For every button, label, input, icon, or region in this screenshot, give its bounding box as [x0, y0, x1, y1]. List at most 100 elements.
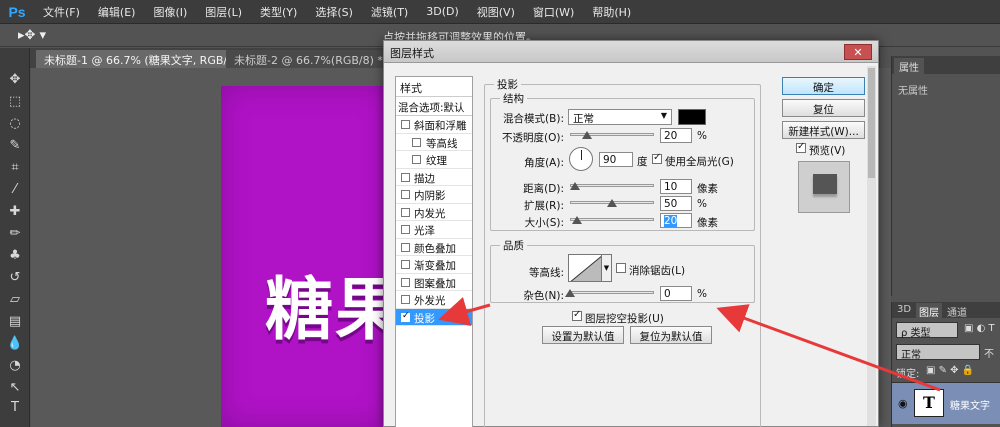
checkbox[interactable] [401, 311, 410, 322]
history-brush-tool-icon[interactable]: ↺ [4, 268, 26, 288]
menu-image[interactable]: 图像(I) [144, 4, 196, 20]
global-light-checkbox[interactable] [652, 152, 662, 164]
layer-filter-select[interactable]: ρ 类型 [896, 322, 958, 339]
tab-layers[interactable]: 图层 [916, 303, 942, 319]
size-slider[interactable] [570, 213, 654, 225]
style-item-gradient-overlay[interactable]: 渐变叠加 [396, 256, 472, 274]
menu-window[interactable]: 窗口(W) [524, 4, 583, 20]
style-item-texture[interactable]: 纹理 [396, 151, 472, 169]
tab-3d[interactable]: 3D [894, 303, 914, 318]
blend-mode-dropdown[interactable]: 正常 ▼ [568, 109, 672, 125]
style-item-pattern-overlay[interactable]: 图案叠加 [396, 274, 472, 291]
lasso-tool-icon[interactable]: ◌ [4, 114, 26, 134]
menu-layer[interactable]: 图层(L) [196, 4, 251, 20]
style-list: 样式 混合选项:默认 斜面和浮雕 等高线 纹理 描边 内阴影 内发光 光泽 颜色… [395, 76, 473, 427]
menu-help[interactable]: 帮助(H) [583, 4, 640, 20]
type-tool-icon[interactable]: T [4, 398, 26, 418]
style-item-bevel[interactable]: 斜面和浮雕 [396, 116, 472, 134]
path-select-tool-icon[interactable]: ↖ [4, 378, 26, 398]
checkbox[interactable] [401, 260, 410, 269]
move-tool-icon[interactable]: ✥ [4, 70, 26, 90]
tab-properties[interactable]: 属性 [894, 58, 924, 74]
eyedropper-tool-icon[interactable]: ⁄ [4, 180, 26, 200]
tab-channels[interactable]: 通道 [944, 303, 970, 319]
checkbox[interactable] [401, 225, 410, 234]
crop-tool-icon[interactable]: ⌗ [4, 158, 26, 178]
style-item-stroke[interactable]: 描边 [396, 169, 472, 186]
contour-curve-icon [570, 255, 601, 281]
reset-button[interactable]: 复位 [782, 99, 865, 117]
style-item-satin[interactable]: 光泽 [396, 221, 472, 239]
checkbox[interactable] [401, 207, 410, 217]
move-tool-icon[interactable]: ▸✥ ▾ [18, 28, 46, 43]
eraser-tool-icon[interactable]: ▱ [4, 290, 26, 310]
angle-field[interactable]: 90 [599, 152, 633, 167]
spread-slider[interactable] [570, 196, 654, 208]
new-style-button[interactable]: 新建样式(W)... [782, 121, 865, 139]
checkbox[interactable] [401, 277, 410, 287]
noise-field[interactable]: 0 [660, 286, 692, 301]
tab-document-2[interactable]: 未标题-2 @ 66.7%(RGB/8) *× [226, 50, 410, 68]
dodge-tool-icon[interactable]: ◔ [4, 356, 26, 376]
marquee-tool-icon[interactable]: ⬚ [4, 92, 26, 112]
lock-icons[interactable]: ▣ ✎ ✥ 🔒 [926, 365, 974, 381]
layer-name[interactable]: 糖果文字 [950, 397, 990, 412]
style-item-outer-glow[interactable]: 外发光 [396, 291, 472, 309]
menu-filter[interactable]: 滤镜(T) [362, 4, 417, 20]
dialog-titlebar[interactable]: 图层样式 ✕ [384, 41, 878, 63]
checkbox[interactable] [401, 190, 410, 199]
gradient-tool-icon[interactable]: ▤ [4, 312, 26, 332]
spread-field[interactable]: 50 [660, 196, 692, 211]
menu-type[interactable]: 类型(Y) [251, 4, 306, 20]
angle-dial[interactable] [569, 147, 593, 171]
checkbox[interactable] [401, 120, 410, 129]
set-default-button[interactable]: 设置为默认值 [542, 326, 624, 344]
clone-stamp-tool-icon[interactable]: ♣ [4, 246, 26, 266]
knockout-checkbox[interactable] [572, 309, 582, 321]
dialog-close-button[interactable]: ✕ [844, 44, 872, 60]
layer-row-selected[interactable]: ◉ T 糖果文字 [892, 382, 1000, 424]
spread-unit: % [697, 198, 707, 210]
antialias-checkbox[interactable] [616, 263, 626, 273]
blur-tool-icon[interactable]: 💧 [4, 334, 26, 354]
blend-mode-select[interactable]: 正常 [896, 344, 980, 361]
checkbox[interactable] [401, 295, 410, 304]
style-item-color-overlay[interactable]: 颜色叠加 [396, 239, 472, 256]
style-item-inner-shadow[interactable]: 内阴影 [396, 186, 472, 204]
distance-field[interactable]: 10 [660, 179, 692, 194]
menu-edit[interactable]: 编辑(E) [89, 4, 145, 20]
brush-tool-icon[interactable]: ✏ [4, 224, 26, 244]
style-item-drop-shadow[interactable]: 投影 [396, 308, 472, 326]
preview-checkbox[interactable] [796, 141, 806, 153]
ok-button[interactable]: 确定 [782, 77, 865, 95]
distance-slider[interactable] [570, 179, 654, 191]
healing-brush-tool-icon[interactable]: ✚ [4, 202, 26, 222]
shadow-color-swatch[interactable] [678, 109, 706, 125]
menu-3d[interactable]: 3D(D) [417, 5, 468, 18]
menu-select[interactable]: 选择(S) [306, 4, 362, 20]
contour-picker[interactable] [568, 254, 602, 282]
checkbox[interactable] [401, 242, 410, 252]
noise-slider[interactable] [565, 286, 654, 298]
style-item-inner-glow[interactable]: 内发光 [396, 204, 472, 221]
filter-icons[interactable]: ▣ ◐ T [964, 323, 995, 339]
opacity-field[interactable]: 20 [660, 128, 692, 143]
menu-view[interactable]: 视图(V) [468, 4, 524, 20]
style-item-contour[interactable]: 等高线 [396, 134, 472, 151]
quick-select-tool-icon[interactable]: ✎ [4, 136, 26, 156]
checkbox[interactable] [412, 137, 421, 147]
structure-title: 结构 [500, 91, 527, 106]
text-layer-thumbnail-icon: T [914, 389, 944, 417]
chevron-down-icon[interactable]: ▼ [602, 254, 612, 282]
checkbox[interactable] [401, 172, 410, 182]
reset-default-button[interactable]: 复位为默认值 [630, 326, 712, 344]
opacity-slider[interactable] [570, 128, 654, 140]
blending-options-item[interactable]: 混合选项:默认 [396, 97, 472, 116]
style-list-header[interactable]: 样式 [396, 77, 472, 97]
document-canvas[interactable]: 糖果 [221, 86, 391, 427]
size-field[interactable]: 20 [660, 213, 692, 228]
eye-icon[interactable]: ◉ [898, 397, 908, 410]
menu-file[interactable]: 文件(F) [34, 4, 89, 20]
checkbox[interactable] [412, 155, 421, 164]
dialog-scrollbar[interactable] [867, 66, 876, 426]
